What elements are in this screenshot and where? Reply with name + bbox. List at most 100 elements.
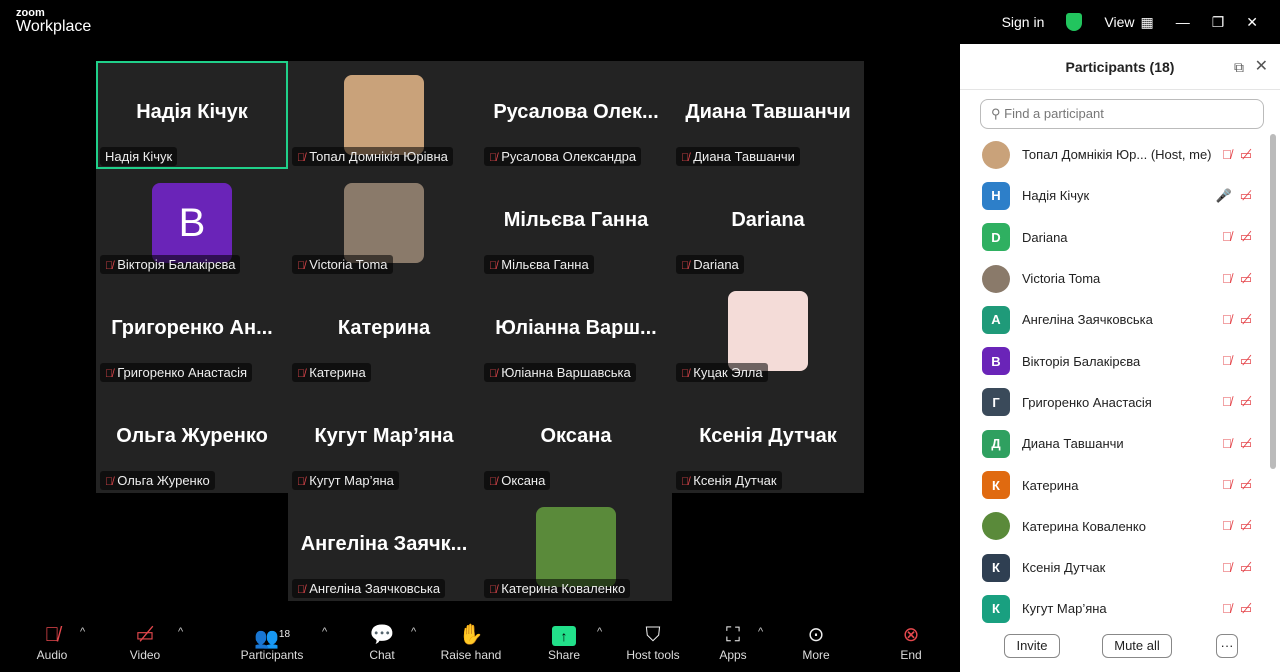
participant-row[interactable]: К Катерина 🎙̸▭̸ (960, 464, 1270, 505)
close-window-button[interactable]: ✕ (1246, 14, 1258, 31)
restore-button[interactable]: ❐ (1212, 14, 1225, 31)
muted-mic-icon[interactable]: 🎙̸ (1222, 601, 1240, 616)
chat-options-caret[interactable]: ^ (411, 626, 416, 638)
video-off-icon[interactable]: ▭̸ (1240, 188, 1260, 203)
mute-all-button[interactable]: Mute all (1102, 634, 1172, 658)
video-off-icon[interactable]: ▭̸ (1240, 312, 1260, 327)
muted-mic-icon: 🎙̸ (297, 476, 306, 488)
video-tile[interactable]: Ксенія Дутчак 🎙̸ Ксенія Дутчак (672, 385, 864, 493)
video-off-icon[interactable]: ▭̸ (1240, 601, 1260, 616)
apps-button[interactable]: ⛶ Apps (719, 622, 746, 662)
muted-mic-icon[interactable]: 🎙̸ (1222, 560, 1240, 575)
avatar (982, 264, 1010, 293)
video-tile[interactable]: 🎙̸ Куцак Элла (672, 277, 864, 385)
audio-button[interactable]: 🎙̸ Audio (37, 622, 68, 662)
video-off-icon[interactable]: ▭̸ (1240, 436, 1260, 451)
participant-row[interactable]: Н Надія Кічук 🎤▭̸ (960, 175, 1270, 216)
mic-icon[interactable]: 🎤 (1216, 188, 1240, 203)
apps-options-caret[interactable]: ^ (758, 626, 763, 638)
video-tile[interactable]: Катерина 🎙̸ Катерина (288, 277, 480, 385)
tile-name-display: Оксана (540, 425, 612, 447)
participant-row[interactable]: А Ангеліна Заячковська 🎙̸▭̸ (960, 299, 1270, 340)
more-options-button[interactable]: ··· (1216, 634, 1238, 658)
muted-mic-icon: 🎙̸ (297, 368, 306, 380)
video-off-icon[interactable]: ▭̸ (1240, 477, 1260, 492)
muted-mic-icon[interactable]: 🎙̸ (1222, 477, 1240, 492)
video-tile[interactable]: Dariana 🎙̸ Dariana (672, 169, 864, 277)
end-meeting-button[interactable]: ⊗ End (900, 622, 921, 662)
video-tile[interactable]: Ангеліна Заячк... 🎙̸ Ангеліна Заячковська (288, 493, 480, 601)
muted-mic-icon[interactable]: 🎙̸ (1222, 147, 1240, 162)
tile-name-label: 🎙̸ Ксенія Дутчак (676, 471, 782, 490)
more-button[interactable]: ⊙ More (802, 622, 829, 662)
video-tile[interactable]: Оксана 🎙̸ Оксана (480, 385, 672, 493)
share-button[interactable]: ↑ Share (548, 622, 580, 662)
tile-name-label: 🎙̸ Оксана (484, 471, 551, 490)
video-off-icon[interactable]: ▭̸ (1240, 394, 1260, 409)
scrollbar[interactable] (1270, 134, 1276, 469)
muted-mic-icon[interactable]: 🎙̸ (1222, 271, 1240, 286)
sign-in-link[interactable]: Sign in (1002, 14, 1045, 30)
video-tile[interactable]: Диана Тавшанчи 🎙̸ Диана Тавшанчи (672, 61, 864, 169)
participant-row[interactable]: Катерина Коваленко 🎙̸▭̸ (960, 506, 1270, 547)
tile-name-label: 🎙̸ Мільєва Ганна (484, 255, 594, 274)
muted-mic-icon[interactable]: 🎙̸ (1222, 518, 1240, 533)
muted-mic-icon[interactable]: 🎙̸ (1222, 353, 1240, 368)
video-tile[interactable]: Кугут Мар’яна 🎙̸ Кугут Мар’яна (288, 385, 480, 493)
video-off-icon[interactable]: ▭̸ (1240, 353, 1260, 368)
muted-mic-icon[interactable]: 🎙̸ (1222, 436, 1240, 451)
video-tile[interactable]: Надія Кічук Надія Кічук (96, 61, 288, 169)
participant-row[interactable]: Топал Домнікія Юр... (Host, me) 🎙̸▭̸ (960, 134, 1270, 175)
video-tile[interactable]: B 🎙̸ Вікторія Балакірєва (96, 169, 288, 277)
video-tile[interactable]: Юліанна Варш... 🎙̸ Юліанна Варшавська (480, 277, 672, 385)
share-options-caret[interactable]: ^ (597, 626, 602, 638)
participant-row[interactable]: К Ксенія Дутчак 🎙̸▭̸ (960, 547, 1270, 588)
participant-search-input[interactable]: ⚲ Find a participant (980, 99, 1264, 129)
close-panel-icon[interactable]: ✕ (1255, 44, 1268, 90)
view-button[interactable]: View ▦ (1104, 14, 1153, 31)
audio-options-caret[interactable]: ^ (80, 626, 85, 638)
chat-button[interactable]: 💬 Chat (369, 622, 394, 662)
video-tile[interactable]: Ольга Журенко 🎙̸ Ольга Журенко (96, 385, 288, 493)
muted-mic-icon[interactable]: 🎙̸ (1222, 312, 1240, 327)
participant-row[interactable]: Victoria Toma 🎙̸▭̸ (960, 258, 1270, 299)
video-tile[interactable]: 🎙̸ Victoria Toma (288, 169, 480, 277)
video-tile[interactable]: Мільєва Ганна 🎙̸ Мільєва Ганна (480, 169, 672, 277)
pop-out-icon[interactable]: ⧉ (1234, 44, 1244, 90)
participants-icon: 👥18 (253, 627, 291, 650)
participant-row[interactable]: D Dariana 🎙̸▭̸ (960, 217, 1270, 258)
end-x-icon: ⊗ (902, 624, 920, 646)
participant-row[interactable]: Г Григоренко Анастасія 🎙̸▭̸ (960, 382, 1270, 423)
video-tile[interactable]: Русалова Олек... 🎙̸ Русалова Олександра (480, 61, 672, 169)
profile-photo (728, 291, 808, 371)
participant-row[interactable]: В Вікторія Балакірєва 🎙̸▭̸ (960, 340, 1270, 381)
video-button[interactable]: ▭̸ Video (130, 622, 160, 662)
participants-button[interactable]: 👥18 Participants (241, 622, 304, 662)
participant-name: Григоренко Анастасія (1022, 394, 1152, 410)
muted-mic-icon: 🎙̸ (681, 260, 690, 272)
muted-mic-icon[interactable]: 🎙̸ (1222, 229, 1240, 244)
video-off-icon[interactable]: ▭̸ (1240, 271, 1260, 286)
participants-options-caret[interactable]: ^ (322, 626, 327, 638)
minimize-button[interactable]: — (1176, 14, 1190, 30)
invite-button[interactable]: Invite (1004, 634, 1060, 658)
tile-name-label: 🎙̸ Вікторія Балакірєва (100, 255, 241, 274)
tile-name-display: Григоренко Ан... (111, 317, 273, 339)
tile-name-display: Ксенія Дутчак (699, 425, 837, 447)
participant-row[interactable]: К Кугут Мар’яна 🎙̸▭̸ (960, 588, 1270, 629)
muted-mic-icon: 🎙̸ (489, 152, 498, 164)
avatar: Г (982, 388, 1010, 417)
video-options-caret[interactable]: ^ (178, 626, 183, 638)
host-tools-button[interactable]: ⛉ Host tools (626, 622, 679, 662)
raise-hand-button[interactable]: ✋ Raise hand (441, 622, 502, 662)
video-tile[interactable]: 🎙̸ Катерина Коваленко (480, 493, 672, 601)
video-tile[interactable]: 🎙̸ Топал Домнікія Юрівна (288, 61, 480, 169)
video-off-icon[interactable]: ▭̸ (1240, 560, 1260, 575)
tile-name-display: Надія Кічук (136, 101, 248, 123)
participant-row[interactable]: Д Диана Тавшанчи 🎙̸▭̸ (960, 423, 1270, 464)
video-off-icon[interactable]: ▭̸ (1240, 518, 1260, 533)
video-off-icon[interactable]: ▭̸ (1240, 147, 1260, 162)
video-tile[interactable]: Григоренко Ан... 🎙̸ Григоренко Анастасія (96, 277, 288, 385)
muted-mic-icon[interactable]: 🎙̸ (1222, 394, 1240, 409)
video-off-icon[interactable]: ▭̸ (1240, 229, 1260, 244)
